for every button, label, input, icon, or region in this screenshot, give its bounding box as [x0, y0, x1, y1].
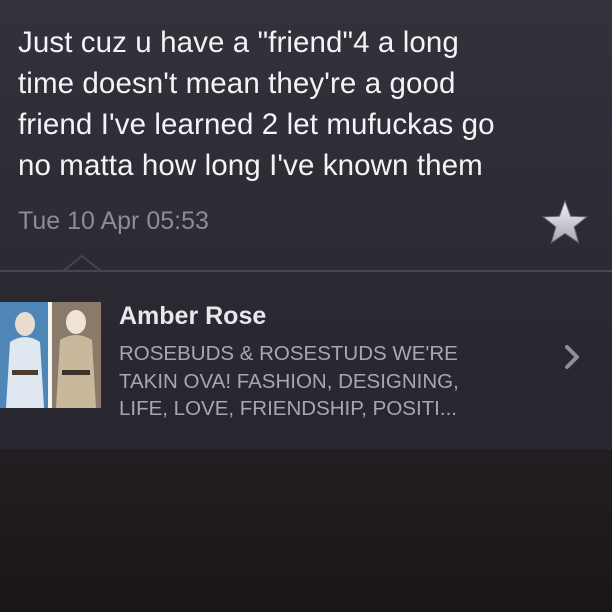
- empty-area: [0, 451, 612, 612]
- chevron-right-icon[interactable]: [563, 344, 581, 370]
- profile-bio: ROSEBUDS & ROSESTUDS WE'RE TAKIN OVA! FA…: [119, 342, 459, 420]
- profile-name: Amber Rose: [119, 302, 267, 330]
- profile-card[interactable]: Amber Rose ROSEBUDS & ROSESTUDS WE'RE TA…: [0, 272, 612, 451]
- tweet-detail: Just cuz u have a "friend"4 a long time …: [0, 0, 612, 270]
- tweet-text: Just cuz u have a "friend"4 a long time …: [18, 26, 495, 182]
- tweet-timestamp: Tue 10 Apr 05:53: [18, 207, 209, 235]
- avatar: [0, 302, 101, 408]
- star-icon[interactable]: [541, 198, 589, 246]
